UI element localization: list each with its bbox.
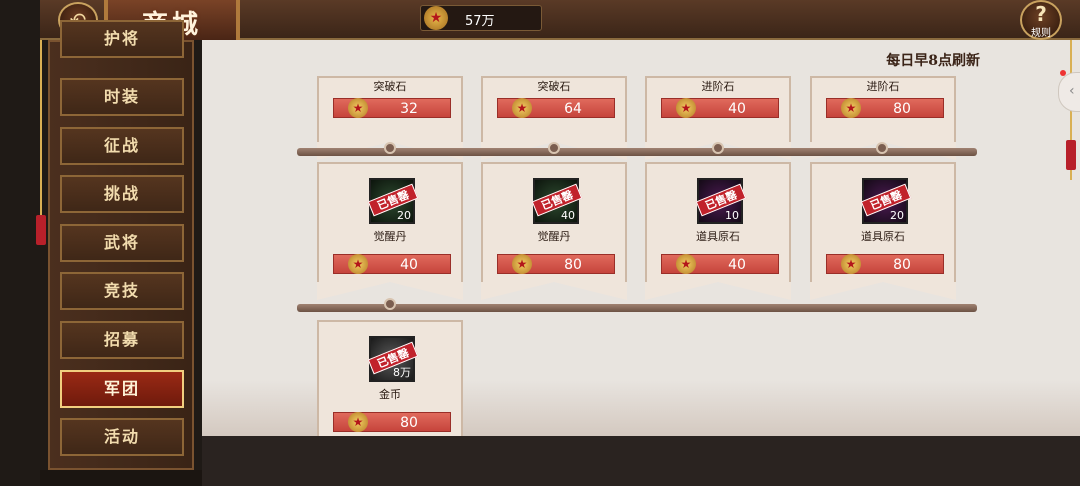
army-star-icon: ★	[841, 98, 861, 118]
sidebar-item-hujiang[interactable]: 护将	[60, 20, 184, 58]
rules-label: 规则	[1031, 28, 1051, 39]
sidebar-item-conquest[interactable]: 征战	[60, 127, 184, 165]
sidebar-item-legion[interactable]: 军团	[60, 370, 184, 408]
army-star-icon: ★	[348, 98, 368, 118]
rod-knob	[548, 142, 560, 154]
sidebar-item-label: 竞技	[103, 281, 140, 300]
price-value: 32	[400, 101, 418, 117]
army-star-icon: ★	[348, 412, 368, 432]
sidebar-item-label: 活动	[103, 427, 140, 446]
shop-card[interactable]: 已售罄 40 觉醒丹 ★ 80	[481, 162, 627, 300]
shop-screen: ↶ 商城 ★ 57万 ? 规则 护将 时装 征战 挑战 武将 竞技 招募 军团 …	[0, 0, 1080, 486]
chevron-icon: ‹	[1069, 83, 1075, 99]
currency-display: ★ 57万	[420, 5, 542, 31]
price-value: 40	[400, 257, 418, 273]
price-button[interactable]: ★ 80	[826, 254, 944, 274]
sidebar-item-recruit[interactable]: 招募	[60, 321, 184, 359]
item-name: 觉醒丹	[373, 230, 407, 243]
shop-card[interactable]: 进阶石 ★ 80	[810, 76, 956, 160]
shop-card[interactable]: 已售罄 20 觉醒丹 ★ 40	[317, 162, 463, 300]
rod-knob	[384, 142, 396, 154]
item-name: 觉醒丹	[537, 230, 571, 243]
footer-band	[202, 436, 1080, 486]
sidebar-item-label: 时装	[103, 87, 140, 106]
price-value: 80	[400, 415, 418, 431]
item-count: 8万	[393, 366, 411, 379]
sidebar-item-generals[interactable]: 武将	[60, 224, 184, 262]
price-value: 40	[728, 257, 746, 273]
item-name: 突破石	[373, 80, 407, 93]
shop-card[interactable]: 进阶石 ★ 40	[645, 76, 791, 160]
sidebar: 护将 时装 征战 挑战 武将 竞技 招募 军团 活动	[48, 20, 194, 470]
refresh-note: 每日早8点刷新	[886, 53, 980, 69]
army-star-icon: ★	[348, 254, 368, 274]
sidebar-item-label: 征战	[103, 136, 140, 155]
rod-knob	[384, 298, 396, 310]
army-star-icon: ★	[676, 98, 696, 118]
item-count: 20	[397, 209, 411, 222]
item-icon: 已售罄 10	[695, 178, 747, 224]
shop-content: 每日早8点刷新 突破石 ★ 32 突破石 ★ 64 进阶石 ★ 40 进阶石 ★…	[202, 40, 1080, 454]
item-icon: 已售罄 8万	[367, 336, 419, 382]
notification-dot	[1060, 70, 1066, 76]
sidebar-footer	[40, 470, 202, 486]
item-name: 进阶石	[866, 80, 900, 93]
item-count: 10	[725, 209, 739, 222]
item-name: 进阶石	[701, 80, 735, 93]
army-star-icon: ★	[424, 6, 448, 30]
price-button[interactable]: ★ 40	[333, 254, 451, 274]
item-name: 道具原石	[861, 230, 905, 243]
price-button[interactable]: ★ 40	[661, 254, 779, 274]
price-button[interactable]: ★ 32	[333, 98, 451, 118]
sidebar-item-label: 军团	[103, 379, 140, 398]
shelf-rod	[297, 304, 977, 312]
price-button[interactable]: ★ 64	[497, 98, 615, 118]
shop-card[interactable]: 已售罄 10 道具原石 ★ 40	[645, 162, 791, 300]
item-icon: 已售罄 20	[860, 178, 912, 224]
price-value: 40	[728, 101, 746, 117]
price-button[interactable]: ★ 80	[497, 254, 615, 274]
price-value: 64	[564, 101, 582, 117]
sidebar-item-arena[interactable]: 竞技	[60, 272, 184, 310]
sidebar-item-label: 武将	[103, 233, 140, 252]
question-icon: ?	[1035, 2, 1047, 26]
shop-card[interactable]: 已售罄 20 道具原石 ★ 80	[810, 162, 956, 300]
price-value: 80	[893, 257, 911, 273]
shop-card[interactable]: 已售罄 8万 金币 ★ 80	[317, 320, 463, 454]
item-name: 突破石	[537, 80, 571, 93]
item-name: 道具原石	[696, 230, 740, 243]
item-icon: 已售罄 20	[367, 178, 419, 224]
sidebar-item-label: 招募	[103, 330, 140, 349]
price-button[interactable]: ★ 80	[826, 98, 944, 118]
item-count: 20	[890, 209, 904, 222]
sidebar-item-events[interactable]: 活动	[60, 418, 184, 456]
item-count: 40	[561, 209, 575, 222]
shelf-rod	[297, 148, 977, 156]
sidebar-item-label: 挑战	[103, 184, 140, 203]
rod-knob	[712, 142, 724, 154]
price-value: 80	[893, 101, 911, 117]
sidebar-item-challenge[interactable]: 挑战	[60, 175, 184, 213]
shop-card[interactable]: 突破石 ★ 32	[317, 76, 463, 160]
currency-value: 57万	[465, 14, 495, 29]
price-button[interactable]: ★ 80	[333, 412, 451, 432]
price-value: 80	[564, 257, 582, 273]
sidebar-item-label: 护将	[103, 29, 140, 48]
army-star-icon: ★	[676, 254, 696, 274]
army-star-icon: ★	[512, 254, 532, 274]
item-name: 金币	[379, 388, 401, 401]
rod-knob	[876, 142, 888, 154]
rules-button[interactable]: ? 规则	[1020, 0, 1062, 40]
army-star-icon: ★	[841, 254, 861, 274]
army-star-icon: ★	[512, 98, 532, 118]
shop-card[interactable]: 突破石 ★ 64	[481, 76, 627, 160]
sidebar-item-fashion[interactable]: 时装	[60, 78, 184, 116]
price-button[interactable]: ★ 40	[661, 98, 779, 118]
item-icon: 已售罄 40	[531, 178, 583, 224]
